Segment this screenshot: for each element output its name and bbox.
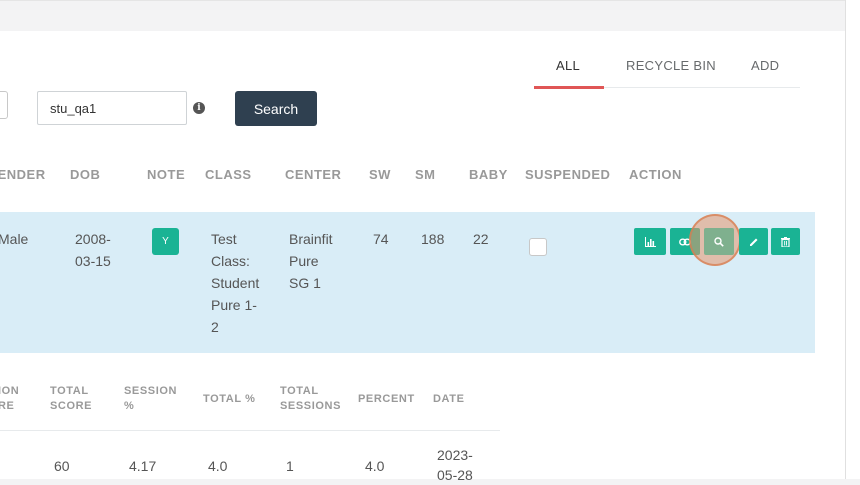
cell-dob: 2008- 03-15: [75, 231, 111, 269]
header-center: CENTER: [285, 167, 342, 182]
cell-sw: 74: [373, 231, 389, 247]
header-dob: DOB: [70, 167, 101, 182]
sub-cell-total-pct: 4.0: [208, 458, 228, 474]
sub-header-session-score: ION RE: [0, 385, 20, 412]
header-note: NOTE: [147, 167, 186, 182]
sub-header-total-score: TOTAL SCORE: [50, 385, 93, 412]
stats-button[interactable]: [634, 228, 666, 255]
sub-cell-total-sessions: 1: [286, 458, 294, 474]
tab-all[interactable]: ALL: [556, 58, 580, 73]
header-action: ACTION: [629, 167, 682, 182]
bar-chart-icon: [644, 236, 656, 247]
pencil-icon: [749, 238, 757, 246]
sub-cell-date: 2023- 05-28: [437, 447, 473, 483]
search-icon: [714, 236, 724, 247]
delete-button[interactable]: [771, 228, 800, 255]
sub-header-date: DATE: [433, 393, 465, 405]
note-badge[interactable]: Y: [152, 228, 179, 255]
info-circle-icon: i: [193, 102, 205, 114]
header-baby: BABY: [469, 167, 508, 182]
cell-sm: 188: [421, 231, 445, 247]
cell-baby: 22: [473, 231, 489, 247]
header-class: CLASS: [205, 167, 252, 182]
sub-header-percent: PERCENT: [358, 393, 415, 405]
suspended-checkbox[interactable]: [529, 238, 547, 256]
tab-add[interactable]: ADD: [751, 58, 779, 73]
sub-header-total-pct: TOTAL %: [203, 393, 256, 405]
sub-cell-percent: 4.0: [365, 458, 385, 474]
sub-cell-total-score: 60: [54, 458, 70, 474]
tab-recycle-bin[interactable]: RECYCLE BIN: [626, 58, 716, 73]
header-sw: SW: [369, 167, 391, 182]
header-suspended: SUSPENDED: [525, 167, 611, 182]
search-button[interactable]: Search: [235, 91, 317, 126]
search-input[interactable]: [37, 91, 187, 125]
cell-center: Brainfit Pure SG 1: [289, 231, 333, 291]
header-gender: GENDER: [0, 167, 46, 182]
active-tab-indicator: [534, 86, 604, 89]
trash-icon: [781, 236, 790, 247]
right-scroll-strip: [845, 0, 860, 479]
sub-header-session-pct: SESSION %: [124, 385, 178, 412]
sub-header-total-sessions: TOTAL SESSIONS: [280, 385, 342, 412]
sub-cell-session-pct: 4.17: [129, 458, 157, 474]
header-sm: SM: [415, 167, 436, 182]
cell-class: Test Class: Student Pure 1- 2: [211, 231, 260, 335]
view-button[interactable]: [704, 228, 734, 255]
edit-button[interactable]: [739, 228, 768, 255]
sub-table-divider: [0, 430, 500, 431]
top-bar: [0, 0, 845, 31]
filter-input-partial[interactable]: [0, 91, 8, 119]
cell-gender: Male: [0, 231, 29, 247]
